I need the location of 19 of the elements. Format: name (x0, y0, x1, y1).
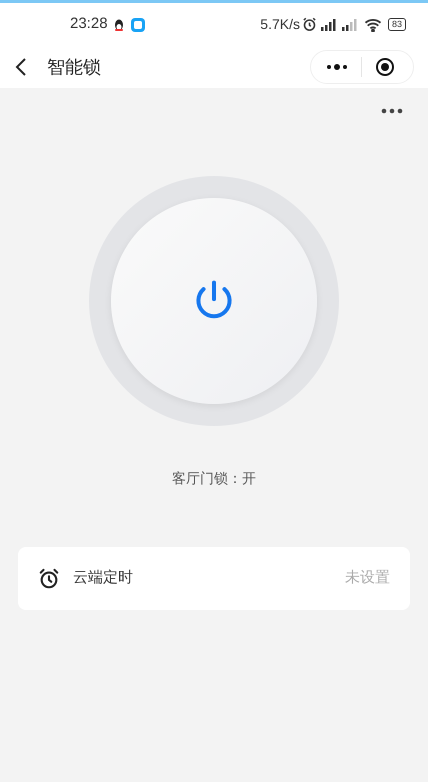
timer-value: 未设置 (345, 568, 390, 588)
timer-label: 云端定时 (73, 568, 133, 588)
back-icon[interactable] (14, 57, 28, 77)
lock-status: 客厅门锁：开 (172, 469, 256, 488)
app-icon (130, 18, 145, 32)
timer-row[interactable]: 云端定时 未设置 (18, 547, 410, 610)
battery-icon: 83 (388, 18, 406, 31)
page-title: 智能锁 (47, 56, 101, 78)
wifi-icon (364, 18, 382, 32)
more-icon[interactable] (326, 64, 348, 70)
signal-icon (320, 18, 338, 31)
penguin-icon (114, 18, 124, 30)
alarm-clock-icon (38, 568, 60, 590)
more-icon[interactable] (381, 108, 403, 114)
signal-icon (340, 18, 359, 31)
status-time: 23:28 (70, 14, 108, 34)
alarm-icon (302, 17, 317, 32)
capsule-menu[interactable] (310, 50, 414, 84)
network-speed: 5.7K/s (260, 15, 300, 34)
